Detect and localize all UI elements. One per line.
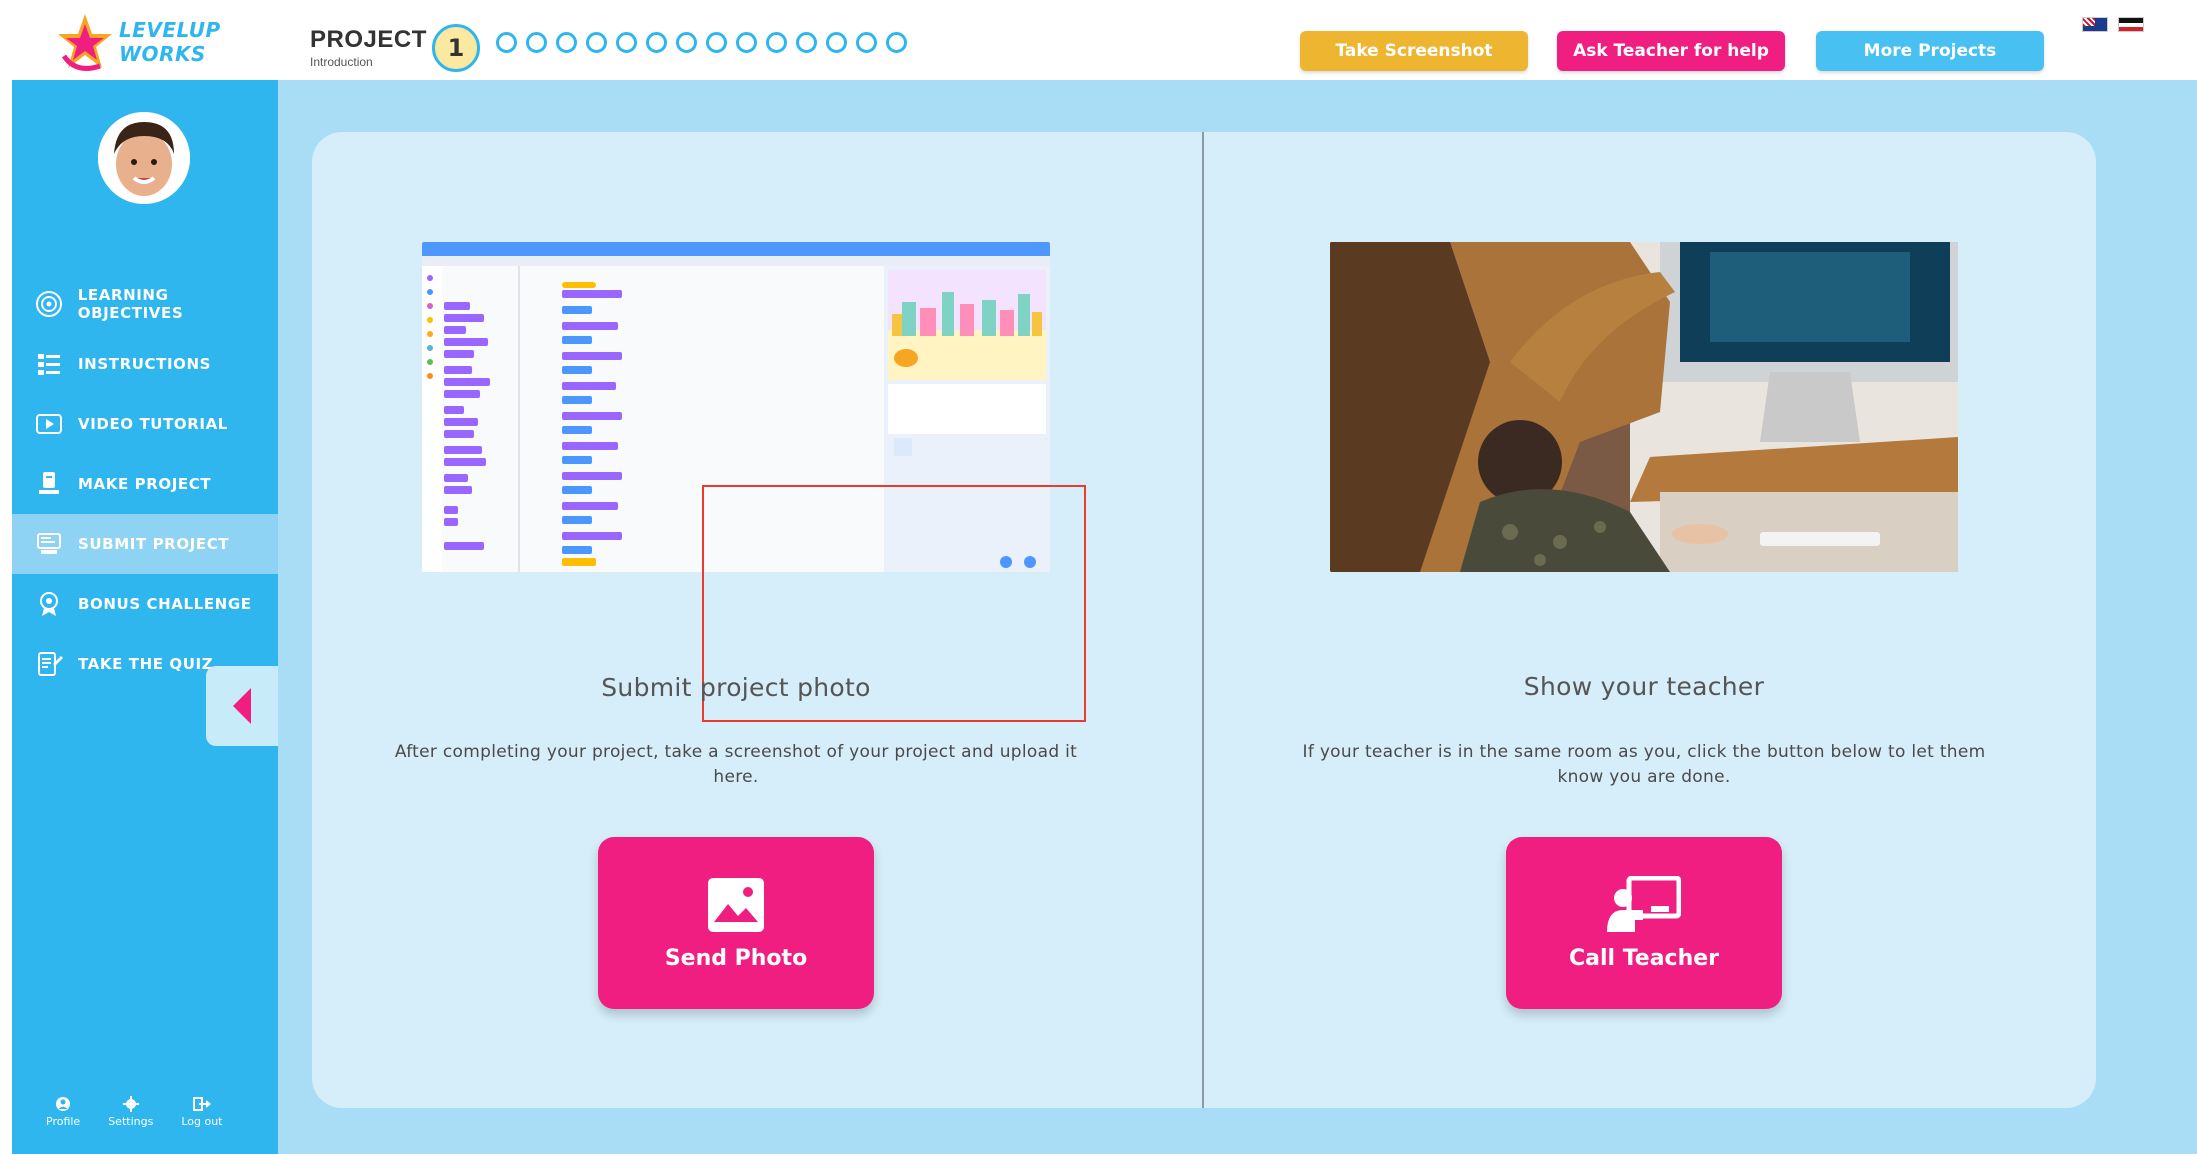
sidebar-item-label: TAKE THE QUIZ — [78, 655, 214, 673]
submit-photo-title: Submit project photo — [601, 673, 871, 702]
profile-link[interactable]: Profile — [46, 1096, 80, 1128]
sidebar-item-label: VIDEO TUTORIAL — [78, 415, 228, 433]
progress-step-dot[interactable] — [496, 32, 517, 53]
logout-label: Log out — [181, 1115, 223, 1128]
australia-flag-icon[interactable] — [2082, 17, 2108, 32]
collapse-sidebar-button[interactable] — [206, 666, 278, 746]
target-icon — [34, 289, 64, 319]
progress-step-dot[interactable] — [886, 32, 907, 53]
logo-line-1: LEVELUP — [119, 18, 221, 42]
badge-icon — [34, 589, 64, 619]
submit-photo-description: After completing your project, take a sc… — [394, 742, 1078, 787]
progress-step-dot[interactable] — [586, 32, 607, 53]
sidebar-item-label: SUBMIT PROJECT — [78, 535, 230, 553]
language-flags — [2082, 17, 2144, 32]
teacher-board-icon — [1607, 875, 1681, 932]
settings-link[interactable]: Settings — [108, 1096, 153, 1128]
ask-teacher-button[interactable]: Ask Teacher for help — [1557, 31, 1785, 71]
project-title: PROJECT — [310, 26, 427, 53]
sidebar-item-make-project[interactable]: MAKE PROJECT — [12, 454, 278, 514]
profile-label: Profile — [46, 1115, 81, 1128]
submit-icon — [34, 529, 64, 559]
progress-step-dot[interactable] — [706, 32, 727, 53]
progress-step-dot[interactable] — [676, 32, 697, 53]
sidebar-item-label: INSTRUCTIONS — [78, 355, 212, 373]
profile-icon — [56, 1097, 71, 1111]
progress-step-dot[interactable] — [856, 32, 877, 53]
quiz-icon — [34, 649, 64, 679]
gear-icon — [122, 1096, 139, 1112]
project-heading: PROJECT Introduction — [310, 26, 427, 70]
progress-step-dot[interactable] — [526, 32, 547, 53]
progress-step-dot[interactable] — [556, 32, 577, 53]
logout-link[interactable]: Log out — [181, 1096, 223, 1128]
tools-icon — [34, 469, 64, 499]
sidebar-item-label: LEARNING OBJECTIVES — [77, 286, 184, 322]
current-step-indicator[interactable]: 1 — [432, 24, 480, 72]
student-at-computer-photo — [1330, 242, 1958, 572]
sidebar-nav: LEARNING OBJECTIVES INSTRUCTIONS VIDEO T… — [12, 274, 278, 694]
top-header: LEVELUP WORKS PROJECT Introduction 1 Tak… — [0, 0, 2197, 80]
progress-step-dot[interactable] — [796, 32, 817, 53]
teacher-photo-image — [1330, 242, 1958, 572]
chevron-left-icon — [233, 688, 251, 724]
call-teacher-label: Call Teacher — [1568, 945, 1720, 971]
sidebar-footer: Profile Settings Log out — [46, 1096, 223, 1128]
project-subtitle: Introduction — [310, 55, 373, 69]
logo-text: LEVELUP WORKS — [119, 18, 221, 66]
logo-line-2: WORKS — [119, 42, 206, 66]
sidebar-item-instructions[interactable]: INSTRUCTIONS — [12, 334, 278, 394]
sidebar-item-bonus-challenge[interactable]: BONUS CHALLENGE — [12, 574, 278, 634]
sidebar-item-label: BONUS CHALLENGE — [78, 595, 252, 613]
main-content: Submit project photo After completing yo… — [278, 80, 2197, 1154]
sidebar-item-video-tutorial[interactable]: VIDEO TUTORIAL — [12, 394, 278, 454]
progress-step-dot[interactable] — [766, 32, 787, 53]
more-projects-button[interactable]: More Projects — [1816, 31, 2044, 71]
send-photo-button[interactable]: Send Photo — [598, 837, 874, 1009]
settings-label: Settings — [108, 1115, 154, 1128]
progress-step-dot[interactable] — [616, 32, 637, 53]
sidebar-item-label: MAKE PROJECT — [78, 475, 212, 493]
play-icon — [34, 409, 64, 439]
progress-step-dot[interactable] — [736, 32, 757, 53]
show-teacher-title: Show your teacher — [1523, 672, 1765, 701]
progress-step-dot[interactable] — [826, 32, 847, 53]
logout-icon — [192, 1097, 211, 1111]
sidebar-item-submit-project[interactable]: SUBMIT PROJECT — [12, 514, 278, 574]
logo-star-icon — [58, 14, 112, 71]
send-photo-label: Send Photo — [664, 945, 808, 971]
levelup-works-logo[interactable]: LEVELUP WORKS — [56, 12, 236, 74]
avatar[interactable] — [98, 112, 190, 204]
panel-divider — [1202, 132, 1204, 1108]
progress-step-dot[interactable] — [646, 32, 667, 53]
student-avatar-icon — [98, 112, 190, 204]
list-icon — [34, 349, 64, 379]
sidebar-item-learning-objectives[interactable]: LEARNING OBJECTIVES — [12, 274, 278, 334]
show-teacher-description: If your teacher is in the same room as y… — [1302, 742, 1986, 787]
new-zealand-flag-icon[interactable] — [2118, 17, 2144, 32]
take-screenshot-button[interactable]: Take Screenshot — [1300, 31, 1528, 71]
progress-steps — [496, 32, 907, 54]
image-icon — [708, 877, 764, 932]
sidebar: LEARNING OBJECTIVES INSTRUCTIONS VIDEO T… — [12, 80, 278, 1154]
call-teacher-button[interactable]: Call Teacher — [1506, 837, 1782, 1009]
